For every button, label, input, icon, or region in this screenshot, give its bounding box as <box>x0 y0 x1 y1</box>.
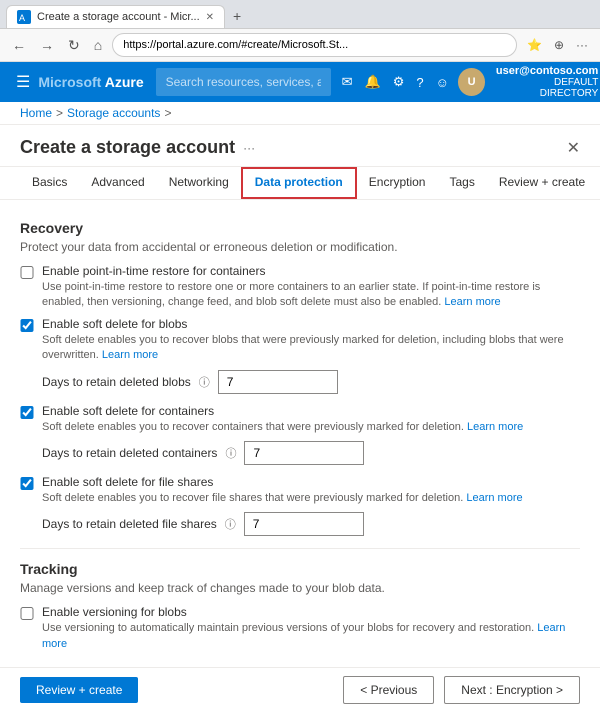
breadcrumb-sep1: > <box>56 106 63 120</box>
svg-text:A: A <box>19 13 25 23</box>
bell-icon[interactable]: 🔔 <box>362 71 384 93</box>
address-bar[interactable] <box>112 33 517 57</box>
page-content: Create a storage account ··· ✕ Basics Ad… <box>0 125 600 667</box>
refresh-btn[interactable]: ↻ <box>64 35 84 56</box>
blobs-days-info-icon[interactable]: ⓘ <box>199 374 210 390</box>
soft-delete-blobs-row: Enable soft delete for blobs Soft delete… <box>20 317 580 364</box>
tab-data-protection[interactable]: Data protection <box>241 167 357 199</box>
recovery-desc: Protect your data from accidental or err… <box>20 240 580 254</box>
soft-delete-files-desc: Soft delete enables you to recover file … <box>42 491 523 506</box>
blobs-days-row: Days to retain deleted blobs ⓘ <box>42 370 580 394</box>
versioning-desc: Use versioning to automatically maintain… <box>42 621 580 652</box>
soft-delete-containers-row: Enable soft delete for containers Soft d… <box>20 404 580 435</box>
blobs-days-input[interactable] <box>218 370 338 394</box>
tab-title: Create a storage account - Micr... <box>37 11 200 23</box>
tab-close-btn[interactable]: ✕ <box>206 12 214 23</box>
containers-days-input[interactable] <box>244 441 364 465</box>
browser-controls: ← → ↻ ⌂ ⭐ ⊕ ··· <box>0 29 600 62</box>
recovery-title: Recovery <box>20 220 580 236</box>
user-info: user@contoso.com DEFAULT DIRECTORY <box>495 65 598 99</box>
forward-btn[interactable]: → <box>36 35 58 55</box>
tab-tags[interactable]: Tags <box>437 167 486 199</box>
files-days-row: Days to retain deleted file shares ⓘ <box>42 512 580 536</box>
soft-delete-blobs-checkbox[interactable] <box>20 319 34 332</box>
back-btn[interactable]: ← <box>8 35 30 55</box>
point-in-time-checkbox[interactable] <box>20 266 34 279</box>
soft-delete-containers-label: Enable soft delete for containers <box>42 404 523 418</box>
versioning-label: Enable versioning for blobs <box>42 605 580 619</box>
settings-icon[interactable]: ⚙ <box>390 71 408 93</box>
review-create-btn[interactable]: Review + create <box>20 677 138 703</box>
nav-icons: ✉ 🔔 ⚙ ? ☺ U user@contoso.com DEFAULT DIR… <box>339 65 599 99</box>
hamburger-menu[interactable]: ☰ <box>8 68 38 96</box>
tab-networking[interactable]: Networking <box>157 167 241 199</box>
files-days-label: Days to retain deleted file shares <box>42 517 217 531</box>
tab-basics[interactable]: Basics <box>20 167 79 199</box>
soft-delete-containers-learn-more[interactable]: Learn more <box>467 421 523 433</box>
soft-delete-blobs-label: Enable soft delete for blobs <box>42 317 580 331</box>
browser-chrome: A Create a storage account - Micr... ✕ + <box>0 0 600 29</box>
files-days-input[interactable] <box>244 512 364 536</box>
user-directory: DEFAULT DIRECTORY <box>495 77 598 99</box>
user-avatar[interactable]: U <box>458 68 485 96</box>
files-days-info-icon[interactable]: ⓘ <box>225 516 236 532</box>
tabs-bar: Basics Advanced Networking Data protecti… <box>0 167 600 200</box>
soft-delete-files-label: Enable soft delete for file shares <box>42 475 523 489</box>
breadcrumb-sep2: > <box>164 106 171 120</box>
email-icon[interactable]: ✉ <box>339 71 356 93</box>
main-content: Recovery Protect your data from accident… <box>0 200 600 656</box>
browser-actions: ⭐ ⊕ ··· <box>523 36 592 54</box>
home-btn[interactable]: ⌂ <box>90 35 106 55</box>
soft-delete-containers-desc: Soft delete enables you to recover conta… <box>42 420 523 435</box>
containers-days-row: Days to retain deleted containers ⓘ <box>42 441 580 465</box>
extensions-btn[interactable]: ⭐ <box>523 36 546 54</box>
new-tab-btn[interactable]: + <box>225 4 249 28</box>
point-in-time-row: Enable point-in-time restore for contain… <box>20 264 580 311</box>
browser-tab[interactable]: A Create a storage account - Micr... ✕ <box>6 5 225 28</box>
footer: Review + create < Previous Next : Encryp… <box>0 667 600 712</box>
page-title: Create a storage account <box>20 137 235 158</box>
tab-advanced[interactable]: Advanced <box>79 167 156 199</box>
page-options-btn[interactable]: ··· <box>243 141 255 155</box>
containers-days-label: Days to retain deleted containers <box>42 446 217 460</box>
feedback-icon[interactable]: ☺ <box>433 72 452 93</box>
breadcrumb-home[interactable]: Home <box>20 106 52 120</box>
tracking-divider <box>20 548 580 549</box>
blobs-days-label: Days to retain deleted blobs <box>42 375 191 389</box>
soft-delete-files-row: Enable soft delete for file shares Soft … <box>20 475 580 506</box>
point-in-time-learn-more[interactable]: Learn more <box>444 296 500 308</box>
tracking-title: Tracking <box>20 561 580 577</box>
next-btn[interactable]: Next : Encryption > <box>444 676 580 704</box>
soft-delete-files-checkbox[interactable] <box>20 477 34 490</box>
tracking-desc: Manage versions and keep track of change… <box>20 581 580 595</box>
point-in-time-label: Enable point-in-time restore for contain… <box>42 264 580 278</box>
versioning-row: Enable versioning for blobs Use versioni… <box>20 605 580 652</box>
more-btn[interactable]: ··· <box>572 36 592 54</box>
azure-logo: Microsoft Azure <box>38 74 143 90</box>
global-search-input[interactable] <box>156 68 331 96</box>
breadcrumb: Home > Storage accounts > <box>0 102 600 125</box>
point-in-time-desc: Use point-in-time restore to restore one… <box>42 280 580 311</box>
page-close-btn[interactable]: ✕ <box>567 138 580 158</box>
user-name: user@contoso.com <box>495 65 598 77</box>
favicon-icon: A <box>17 10 31 24</box>
tab-encryption[interactable]: Encryption <box>357 167 438 199</box>
breadcrumb-storage[interactable]: Storage accounts <box>67 106 160 120</box>
favorites-btn[interactable]: ⊕ <box>550 36 568 54</box>
help-icon[interactable]: ? <box>413 72 426 93</box>
soft-delete-blobs-desc: Soft delete enables you to recover blobs… <box>42 333 580 364</box>
tab-review-create[interactable]: Review + create <box>487 167 597 199</box>
versioning-learn-more[interactable]: Learn more <box>42 622 565 649</box>
soft-delete-blobs-learn-more[interactable]: Learn more <box>102 349 158 361</box>
versioning-checkbox[interactable] <box>20 607 34 620</box>
soft-delete-files-learn-more[interactable]: Learn more <box>466 492 522 504</box>
page-header: Create a storage account ··· ✕ <box>0 125 600 167</box>
previous-btn[interactable]: < Previous <box>343 676 434 704</box>
azure-navbar: ☰ Microsoft Azure ✉ 🔔 ⚙ ? ☺ U user@conto… <box>0 62 600 102</box>
soft-delete-containers-checkbox[interactable] <box>20 406 34 419</box>
containers-days-info-icon[interactable]: ⓘ <box>225 445 236 461</box>
